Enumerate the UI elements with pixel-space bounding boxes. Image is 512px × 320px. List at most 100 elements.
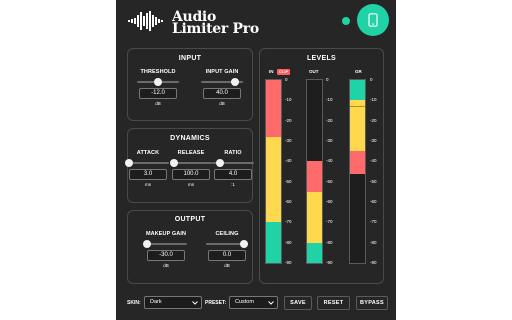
scale-tick-label: -30 (285, 138, 292, 143)
ratio-label: RATIO (224, 150, 242, 156)
scale-tick-label: -50 (370, 178, 377, 184)
scale-tick-label: 0 (326, 77, 329, 82)
chevron-down-icon (192, 301, 198, 305)
scale-tick-label: -40 (285, 158, 292, 164)
input-gain-control: INPUT GAIN 40.0 dB (199, 69, 245, 108)
in-meter-segment-2 (266, 222, 281, 263)
output-panel-title: OUTPUT (174, 216, 206, 223)
input-panel-title: INPUT (178, 55, 202, 62)
output-panel: OUTPUT MAKEUP GAIN -30.0 dB CEILING 0.0 … (127, 210, 253, 284)
preset-select[interactable]: Custom (229, 296, 278, 309)
preset-select-value: Custom (235, 299, 254, 305)
scale-tick-label: -40 (326, 158, 333, 164)
makeup-gain-control: MAKEUP GAIN -30.0 dB (143, 231, 189, 270)
skin-select[interactable]: Dark (144, 296, 202, 309)
ratio-value-input[interactable]: 4.0 (214, 169, 252, 180)
ceiling-slider[interactable] (206, 240, 248, 248)
chevron-down-icon (268, 301, 274, 305)
scale-tick-label: -10 (285, 97, 292, 103)
input-gain-unit: dB (219, 101, 225, 106)
release-slider-thumb[interactable] (170, 159, 179, 167)
input-panel: INPUT THRESHOLD -12.0 dB INPUT GAIN 40.0… (127, 48, 253, 121)
attack-label: ATTACK (136, 150, 160, 156)
ratio-control: RATIO 4.0 :1 (210, 150, 256, 189)
scale-tick-label: -20 (285, 117, 292, 123)
slider-track (145, 243, 187, 245)
levels-panel-title: LEVELS (306, 55, 337, 62)
input-gain-slider[interactable] (201, 78, 243, 86)
ratio-slider-thumb[interactable] (216, 159, 225, 167)
skin-select-value: Dark (150, 299, 162, 305)
limiter-plugin-window: Audio Limiter Pro INPUT THRESHOLD -12.0 … (116, 0, 396, 320)
threshold-control: THRESHOLD -12.0 dB (135, 69, 181, 108)
preset-label: PRESET: (205, 300, 227, 306)
ratio-slider[interactable] (212, 159, 254, 167)
scale-tick-label: -10 (370, 97, 377, 103)
out-meter-segment-0 (307, 161, 322, 192)
attack-slider-thumb[interactable] (125, 159, 134, 167)
attack-value-input[interactable]: 3.0 (129, 169, 167, 180)
scale-tick-label: -50 (326, 178, 333, 184)
ceiling-slider-thumb[interactable] (239, 240, 248, 248)
scale-tick-label: -60 (370, 199, 377, 204)
app-title: Audio Limiter Pro (172, 10, 259, 37)
input-gain-slider-thumb[interactable] (231, 78, 240, 86)
scale-tick-label: 0 (285, 77, 288, 82)
scale-tick-label: 0 (370, 77, 373, 82)
threshold-value-input[interactable]: -12.0 (139, 88, 177, 99)
scale-tick-label: -60 (285, 199, 292, 204)
ceiling-value-input[interactable]: 0.0 (208, 250, 246, 261)
scale-tick-label: -50 (285, 178, 292, 184)
threshold-unit: dB (155, 101, 161, 106)
clip-indicator[interactable]: CLIP (277, 69, 291, 75)
in-meter-segment-0 (266, 80, 281, 137)
makeup-gain-label: MAKEUP GAIN (145, 231, 187, 237)
release-unit: ms (188, 182, 194, 187)
release-label: RELEASE (177, 150, 205, 156)
scale-tick-label: -40 (370, 158, 377, 164)
makeup-gain-unit: dB (163, 263, 169, 268)
skin-label: SKIN: (127, 300, 141, 306)
attack-unit: ms (145, 182, 151, 187)
scale-tick-label: -90 (285, 260, 292, 265)
scale-tick-label: -80 (370, 239, 377, 245)
release-value-input[interactable]: 100.0 (172, 169, 210, 180)
gr-meter-segment-1 (350, 100, 365, 152)
app-title-line2: Limiter Pro (172, 21, 259, 37)
attack-slider[interactable] (125, 159, 169, 167)
ceiling-control: CEILING 0.0 dB (204, 231, 250, 270)
makeup-gain-slider-thumb[interactable] (143, 240, 152, 248)
release-slider[interactable] (170, 159, 212, 167)
input-gain-label: INPUT GAIN (205, 69, 239, 75)
makeup-gain-value-input[interactable]: -30.0 (147, 250, 185, 261)
makeup-gain-slider[interactable] (143, 240, 187, 248)
in-meter-segment-1 (266, 136, 281, 223)
in-meter-label: IN (269, 69, 274, 74)
scale-tick-label: -90 (326, 260, 333, 265)
threshold-slider-thumb[interactable] (154, 78, 162, 86)
scale-tick-label: -30 (370, 138, 377, 143)
threshold-slider[interactable] (137, 78, 179, 86)
threshold-label: THRESHOLD (140, 69, 176, 75)
reset-button[interactable]: RESET (317, 296, 350, 310)
bypass-button[interactable]: BYPASS (356, 296, 388, 310)
scale-tick-label: -70 (285, 219, 292, 225)
scale-tick-label: -60 (326, 199, 333, 204)
gr-meter-segment-0 (350, 80, 365, 101)
mobile-view-button[interactable] (357, 4, 389, 36)
scale-tick-label: -80 (285, 239, 292, 245)
ratio-unit: :1 (231, 182, 235, 187)
gr-meter-segment-2 (350, 151, 365, 174)
scale-tick-label: -30 (326, 138, 333, 143)
gain-reduction-meter (349, 79, 366, 264)
scale-tick-label: -90 (370, 260, 377, 265)
out-meter-label: OUT (309, 69, 319, 74)
save-button[interactable]: SAVE (284, 296, 312, 310)
status-indicator (342, 17, 350, 25)
out-meter-segment-1 (307, 191, 322, 243)
scale-tick-label: -10 (326, 97, 333, 103)
scale-tick-label: -70 (326, 219, 333, 225)
scale-tick-label: -70 (370, 219, 377, 225)
input-gain-value-input[interactable]: 40.0 (203, 88, 241, 99)
scale-tick-label: -80 (326, 239, 333, 245)
